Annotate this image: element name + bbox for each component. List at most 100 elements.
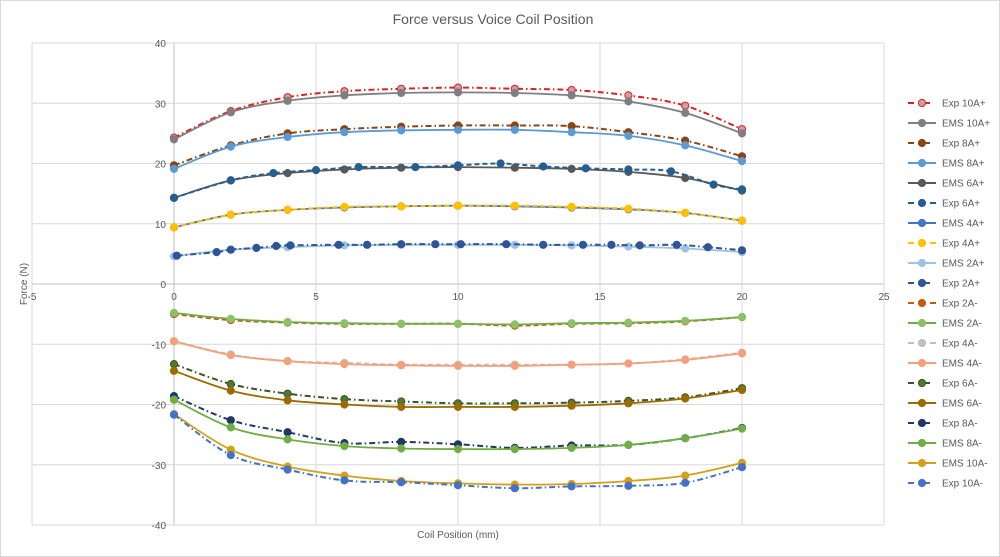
data-point	[737, 185, 747, 194]
series-exp-2aplus	[172, 240, 747, 260]
legend-label: EMS 10A+	[942, 119, 990, 130]
legend-item: EMS 6A+	[908, 179, 985, 190]
legend-label: EMS 2A-	[942, 319, 982, 330]
legend-item: EMS 2A-	[908, 319, 982, 330]
data-point	[226, 176, 235, 185]
legend-label: Exp 6A+	[942, 199, 980, 210]
legend-marker	[917, 238, 927, 248]
data-point	[212, 248, 221, 257]
legend-item: Exp 10A-	[908, 479, 983, 490]
data-point	[169, 395, 179, 404]
legend-item: EMS 4A-	[908, 359, 982, 370]
legend-label: Exp 10A-	[942, 479, 983, 490]
data-point	[340, 400, 349, 409]
data-point	[453, 88, 463, 97]
data-point	[226, 386, 235, 395]
data-point	[567, 164, 576, 173]
data-point	[681, 108, 690, 118]
data-point	[737, 246, 747, 255]
legend-marker	[917, 118, 927, 128]
data-point	[226, 423, 235, 432]
data-point	[453, 201, 463, 210]
x-tick-label: 25	[878, 292, 890, 303]
chart-title: Force versus Voice Coil Position	[393, 11, 594, 27]
legend-marker	[917, 218, 927, 228]
legend: Exp 10A+ EMS 10A+ Exp 8A+ EMS 8A+ EMS 6A+ Exp…	[908, 99, 990, 490]
data-point	[172, 251, 181, 260]
data-point	[624, 204, 633, 213]
data-point	[703, 243, 713, 252]
data-point	[283, 465, 292, 474]
legend-label: Exp 8A+	[942, 139, 980, 150]
data-point	[737, 385, 747, 395]
y-axis-title: Force (N)	[19, 263, 30, 305]
y-tick-label: 0	[160, 280, 166, 291]
data-point	[397, 478, 406, 487]
data-point	[340, 128, 349, 137]
data-point	[340, 202, 349, 211]
legend-item: Exp 2A-	[908, 299, 978, 310]
y-tick-label: 20	[155, 160, 167, 171]
data-point	[453, 402, 463, 411]
data-point	[624, 399, 633, 408]
legend-marker	[917, 198, 927, 208]
legend-label: EMS 10A-	[942, 459, 988, 470]
data-point	[169, 410, 179, 419]
data-point	[510, 125, 519, 134]
legend-item: EMS 4A+	[908, 219, 985, 230]
legend-item: EMS 6A-	[908, 399, 982, 410]
y-tick-label: -40	[152, 521, 167, 532]
data-point	[252, 243, 261, 252]
legend-item: Exp 10A+	[908, 99, 986, 110]
data-point	[283, 132, 292, 142]
legend-label: Exp 4A-	[942, 339, 978, 350]
data-point	[635, 241, 644, 250]
legend-marker	[917, 298, 927, 308]
data-point	[510, 361, 519, 370]
x-tick-label: 20	[736, 292, 748, 303]
legend-item: Exp 8A+	[908, 139, 980, 150]
legend-item: Exp 8A-	[908, 419, 978, 430]
data-point	[283, 428, 292, 437]
legend-label: EMS 4A-	[942, 359, 982, 370]
data-point	[624, 131, 633, 140]
data-point	[226, 416, 235, 425]
data-point	[737, 349, 747, 358]
data-point	[578, 240, 588, 249]
data-point	[169, 223, 179, 232]
data-point	[502, 240, 511, 249]
y-tick-label: -20	[152, 401, 167, 412]
data-point	[286, 241, 295, 250]
data-point	[681, 141, 690, 150]
y-tick-label: -10	[152, 340, 167, 351]
data-point	[226, 245, 235, 254]
data-point	[624, 97, 633, 106]
y-tick-label: 40	[155, 39, 167, 50]
data-point	[340, 360, 349, 369]
chart: Force versus Voice Coil Position 40 30 20 1…	[19, 11, 990, 541]
data-point	[624, 359, 633, 368]
data-point	[283, 396, 292, 405]
legend-marker	[917, 438, 927, 448]
data-point	[226, 451, 235, 460]
data-point	[681, 316, 690, 325]
data-point	[453, 125, 463, 134]
data-point	[510, 484, 519, 493]
legend-item: EMS 8A+	[908, 159, 985, 170]
data-point	[510, 201, 519, 210]
data-point	[283, 205, 292, 214]
data-point	[539, 162, 548, 171]
legend-item: Exp 4A+	[908, 239, 980, 250]
y-tick-label: -30	[152, 461, 167, 472]
data-point	[397, 402, 406, 411]
data-point	[283, 96, 292, 105]
data-point	[567, 482, 576, 491]
data-point	[169, 366, 179, 375]
legend-label: Exp 6A-	[942, 379, 978, 390]
legend-label: EMS 8A-	[942, 439, 982, 450]
data-point	[624, 440, 633, 449]
legend-marker	[917, 278, 927, 288]
legend-marker	[917, 138, 927, 148]
data-point	[226, 210, 235, 219]
legend-label: EMS 6A+	[942, 179, 985, 190]
